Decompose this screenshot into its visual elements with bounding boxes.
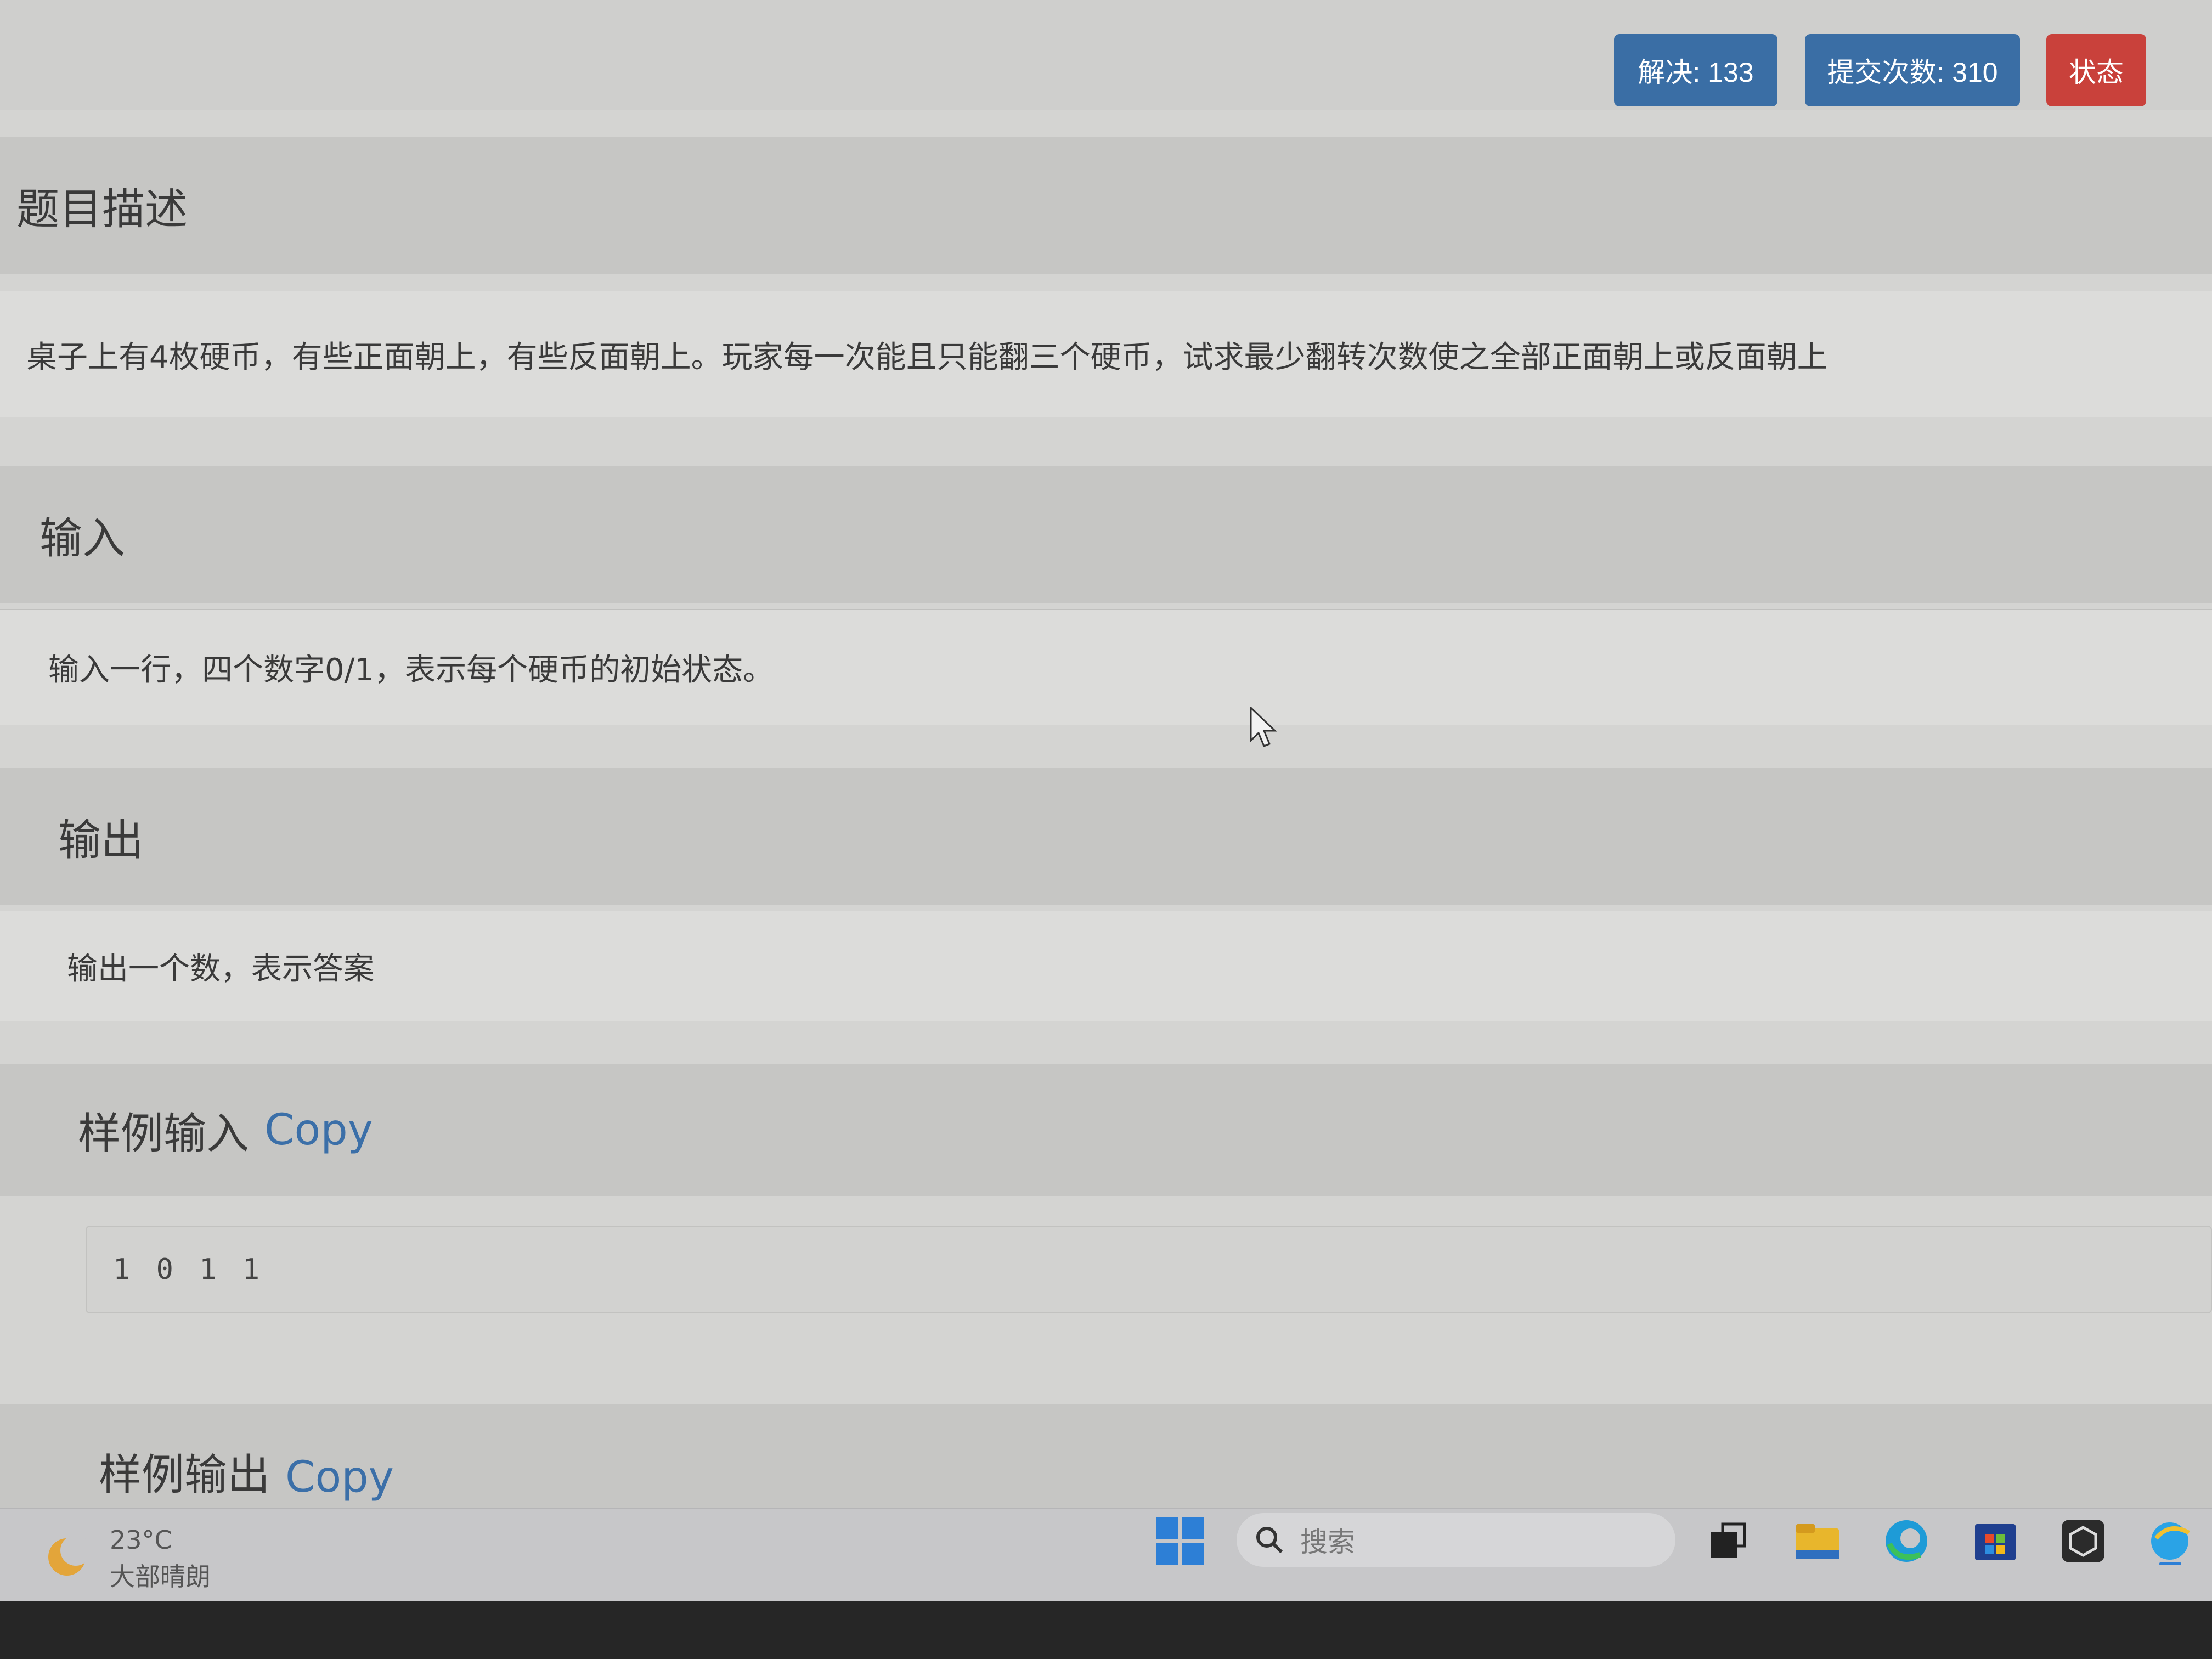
file-explorer-icon[interactable]: [1793, 1516, 1842, 1566]
input-title: 输入: [0, 466, 2212, 603]
solved-count-button[interactable]: 解决: 133: [1614, 34, 1778, 106]
description-body: 桌子上有4枚硬币，有些正面朝上，有些反面朝上。玩家每一次能且只能翻三个硬币，试求…: [0, 291, 2212, 417]
screen-bezel: [0, 1601, 2212, 1659]
sample-input-value: 1 0 1 1: [86, 1226, 2212, 1313]
windows-start-icon[interactable]: [1155, 1516, 1205, 1566]
status-button[interactable]: 状态: [2046, 34, 2146, 106]
search-placeholder: 搜索: [1300, 1526, 1355, 1558]
sample-output-title: 样例输出: [99, 1451, 270, 1500]
mouse-cursor-icon: [1250, 707, 1277, 747]
ie-icon[interactable]: [2145, 1516, 2194, 1566]
edge-icon[interactable]: [1882, 1516, 1931, 1566]
weather-icon[interactable]: [42, 1532, 92, 1582]
sample-input-title: 样例输入: [78, 1109, 250, 1159]
sample-output-copy-link[interactable]: Copy: [285, 1453, 394, 1502]
sample-output-header: 样例输出 Copy: [0, 1404, 2212, 1508]
taskbar-search-box[interactable]: 搜索: [1237, 1513, 1675, 1567]
store-icon[interactable]: [1971, 1516, 2020, 1566]
task-view-icon[interactable]: [1703, 1516, 1752, 1566]
top-bar: 解决: 133 提交次数: 310 状态: [0, 0, 2212, 110]
input-body: 输入一行，四个数字0/1，表示每个硬币的初始状态。: [0, 609, 2212, 725]
description-title: 题目描述: [0, 137, 2212, 274]
weather-temperature[interactable]: 23°C: [110, 1525, 172, 1555]
submit-count-button[interactable]: 提交次数: 310: [1805, 34, 2020, 106]
output-title: 输出: [0, 768, 2212, 905]
sample-input-copy-link[interactable]: Copy: [264, 1105, 373, 1155]
app-icon[interactable]: [2058, 1516, 2108, 1566]
search-icon: [1256, 1527, 1283, 1554]
weather-description[interactable]: 大部晴朗: [110, 1557, 211, 1593]
taskbar: 23°C 大部晴朗 搜索: [0, 1508, 2212, 1602]
sample-input-header: 样例输入 Copy: [0, 1064, 2212, 1196]
output-body: 输出一个数，表示答案: [0, 911, 2212, 1021]
